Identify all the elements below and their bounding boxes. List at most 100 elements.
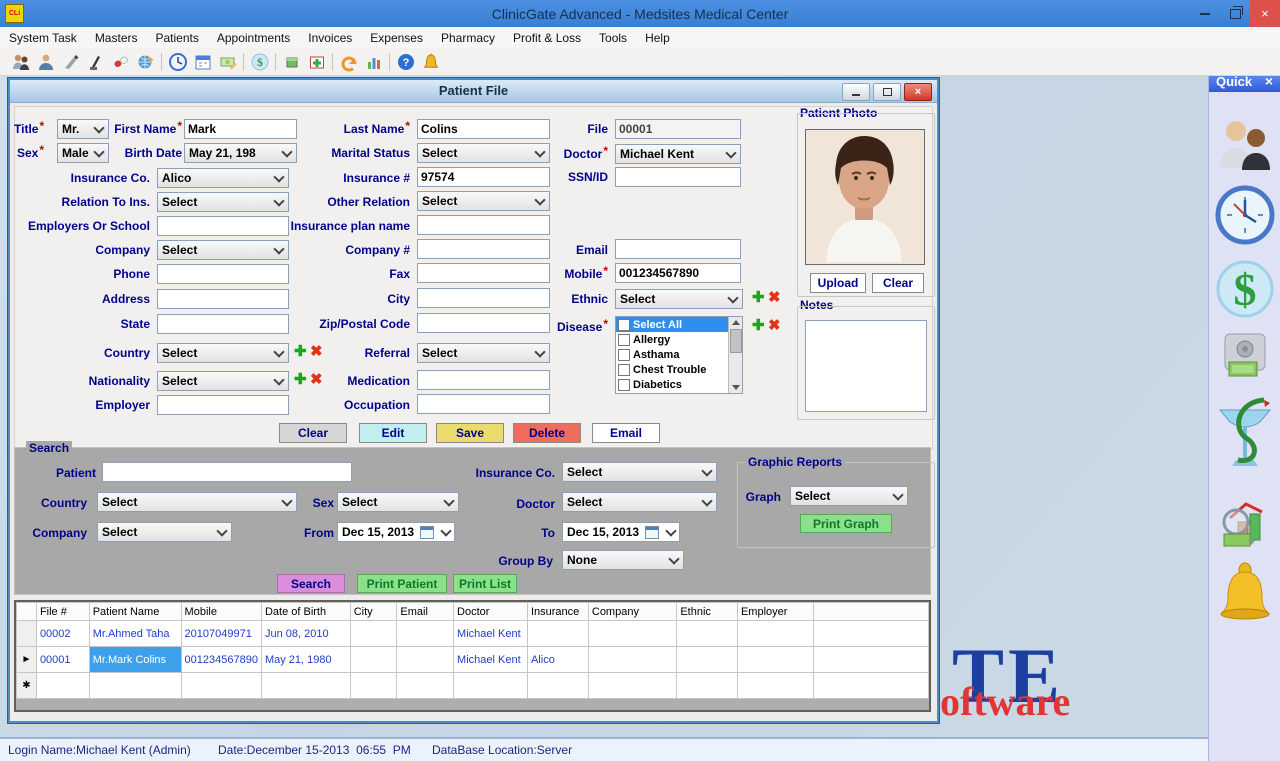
referral-select[interactable]: Select [417,343,550,363]
cell-ethnic[interactable] [677,673,738,699]
cell-patient-name[interactable]: Mr.Ahmed Taha [89,621,181,647]
search-button[interactable]: Search [277,574,345,593]
other-relation-select[interactable]: Select [417,191,550,211]
quick-pharmacy-icon[interactable] [1216,394,1274,480]
col-employer[interactable]: Employer [737,603,813,621]
cell-employer[interactable] [737,673,813,699]
mobile-input[interactable] [615,263,741,283]
search-country-select[interactable]: Select [97,492,297,512]
cell-mobile[interactable]: 20107049971 [181,621,261,647]
menu-pharmacy[interactable]: Pharmacy [432,27,504,48]
menu-help[interactable]: Help [636,27,679,48]
insurance-plan-input[interactable] [417,215,550,235]
graph-select[interactable]: Select [790,486,908,506]
delete-disease-icon[interactable]: ✖ [768,318,781,334]
row-selector-current[interactable]: ► [17,647,37,673]
dialog-maximize-button[interactable] [873,83,901,101]
title-select[interactable]: Mr. [57,119,109,139]
country-select[interactable]: Select [157,343,289,363]
pharmacy-cross-icon[interactable] [304,50,329,73]
cell-insurance[interactable] [527,673,588,699]
cell-company[interactable] [588,647,676,673]
print-patient-button[interactable]: Print Patient [357,574,447,593]
help-icon[interactable]: ? [393,50,418,73]
add-country-icon[interactable]: ✚ [294,344,307,360]
menu-tools[interactable]: Tools [590,27,636,48]
cell-city[interactable] [350,647,397,673]
cell-file[interactable] [36,673,89,699]
employers-or-school-input[interactable] [157,216,289,236]
quick-patients-icon[interactable] [1216,116,1274,172]
phone-input[interactable] [157,264,289,284]
menu-appointments[interactable]: Appointments [208,27,299,48]
employer-input[interactable] [157,395,289,415]
relation-to-ins-select[interactable]: Select [157,192,289,212]
print-list-button[interactable]: Print List [453,574,517,593]
search-doctor-select[interactable]: Select [562,492,717,512]
restore-button[interactable] [1220,0,1250,27]
cell-company[interactable] [588,673,676,699]
checkbox-icon[interactable] [618,319,630,331]
delete-button[interactable]: Delete [513,423,581,443]
row-selector-new[interactable]: ✱ [17,673,37,699]
checkbox-icon[interactable] [618,364,630,376]
marital-status-select[interactable]: Select [417,143,550,163]
disease-item[interactable]: Diabetics [616,377,729,392]
fax-input[interactable] [417,263,550,283]
cell-employer[interactable] [737,621,813,647]
col-patient-name[interactable]: Patient Name [89,603,181,621]
cell-patient-name-selected[interactable]: Mr.Mark Colins [89,647,181,673]
notes-textarea[interactable] [805,320,927,412]
dialog-minimize-button[interactable] [842,83,870,101]
clear-photo-button[interactable]: Clear [872,273,924,293]
email-button[interactable]: Email [592,423,660,443]
cell-doctor[interactable] [454,673,528,699]
email-input[interactable] [615,239,741,259]
invoice-icon[interactable] [215,50,240,73]
disease-listbox[interactable]: Select All Allergy Asthama Chest Trouble… [615,316,743,394]
table-row-selected[interactable]: ► 00001 Mr.Mark Colins 001234567890 May … [17,647,929,673]
dialog-close-button[interactable]: × [904,83,932,101]
doctor-select[interactable]: Michael Kent [615,144,741,164]
col-ethnic[interactable]: Ethnic [677,603,738,621]
search-from-date[interactable]: Dec 15, 2013 [337,522,455,542]
undo-arrow-icon[interactable] [336,50,361,73]
table-row[interactable]: 00002 Mr.Ahmed Taha 20107049971 Jun 08, … [17,621,929,647]
row-selector[interactable] [17,621,37,647]
lab-pen-icon[interactable] [83,50,108,73]
company-num-input[interactable] [417,239,550,259]
disease-item[interactable]: Chest Trouble [616,362,729,377]
cell-file[interactable]: 00002 [36,621,89,647]
scroll-down-icon[interactable] [732,385,740,390]
state-input[interactable] [157,314,289,334]
group-by-select[interactable]: None [562,550,684,570]
occupation-input[interactable] [417,394,550,414]
disease-item[interactable]: Allergy [616,332,729,347]
cell-date-of-birth[interactable] [261,673,350,699]
cell-company[interactable] [588,621,676,647]
checkbox-icon[interactable] [618,334,630,346]
close-button[interactable]: × [1250,0,1280,27]
cell-city[interactable] [350,673,397,699]
scroll-up-icon[interactable] [732,320,740,325]
reports-chart-icon[interactable] [361,50,386,73]
ethnic-select[interactable]: Select [615,289,743,309]
table-row-new[interactable]: ✱ [17,673,929,699]
col-doctor[interactable]: Doctor [454,603,528,621]
search-patient-input[interactable] [102,462,352,482]
nationality-select[interactable]: Select [157,371,289,391]
scroll-thumb[interactable] [730,329,742,353]
col-email[interactable]: Email [397,603,454,621]
expenses-box-icon[interactable] [279,50,304,73]
search-company-select[interactable]: Select [97,522,232,542]
prescription-pen-icon[interactable] [58,50,83,73]
menu-profit-loss[interactable]: Profit & Loss [504,27,590,48]
billing-dollar-icon[interactable]: $ [247,50,272,73]
quick-analysis-icon[interactable] [1216,492,1274,550]
col-company[interactable]: Company [588,603,676,621]
cell-email[interactable] [397,647,454,673]
cell-city[interactable] [350,621,397,647]
clear-button[interactable]: Clear [279,423,347,443]
delete-country-icon[interactable]: ✖ [310,344,323,360]
cell-email[interactable] [397,621,454,647]
